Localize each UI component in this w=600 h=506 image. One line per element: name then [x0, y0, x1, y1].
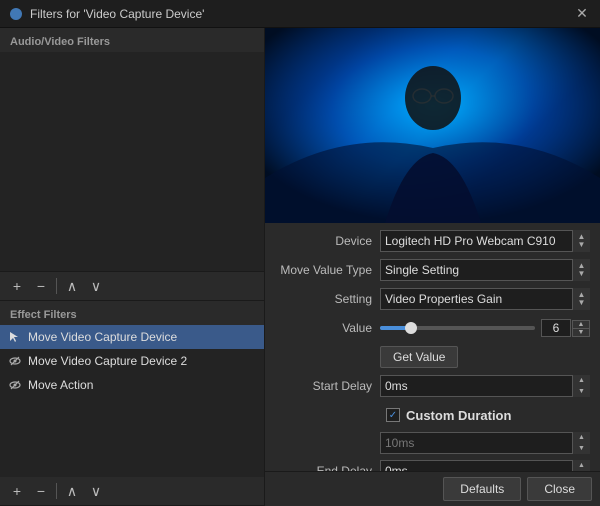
end-delay-row: End Delay ▲ ▼ — [275, 459, 590, 471]
end-delay-label: End Delay — [275, 464, 380, 471]
custom-duration-control: Custom Duration — [386, 408, 590, 423]
setting-row: Setting Video Properties Gain ▲▼ — [275, 287, 590, 311]
remove-effect-filter-button[interactable]: − — [30, 480, 52, 502]
custom-duration-checkbox[interactable] — [386, 408, 400, 422]
effect-filters-label: Effect Filters — [0, 301, 264, 325]
move-value-type-control: Single Setting ▲▼ — [380, 259, 590, 281]
start-delay-control: ▲ ▼ — [380, 375, 590, 397]
effect-filters-section: Effect Filters Move Video Capture Device — [0, 301, 264, 506]
value-up-button[interactable]: ▲ — [572, 320, 590, 329]
get-value-row: Get Value — [275, 345, 590, 369]
value-number: 6 — [541, 319, 571, 337]
effect-filter-list: Move Video Capture Device Move Video Cap… — [0, 325, 264, 477]
setting-label-text: Setting — [275, 292, 380, 306]
value-arrows: ▲ ▼ — [572, 320, 590, 337]
duration-input-row: ▲ ▼ — [275, 432, 590, 454]
move-value-type-wrapper: Single Setting ▲▼ — [380, 259, 590, 281]
defaults-button[interactable]: Defaults — [443, 477, 521, 501]
get-value-control: Get Value — [380, 346, 590, 368]
preview-image — [265, 28, 600, 223]
end-delay-control: ▲ ▼ — [380, 460, 590, 471]
duration-input-wrapper: ▲ ▼ — [380, 432, 590, 454]
value-control: 6 ▲ ▼ — [380, 319, 590, 337]
value-row: Value 6 ▲ ▼ — [275, 316, 590, 340]
bottom-toolbar: Defaults Close — [265, 471, 600, 506]
duration-arrows: ▲ ▼ — [572, 432, 590, 454]
filter-label-1: Move Video Capture Device 2 — [28, 354, 187, 368]
filter-label-2: Move Action — [28, 378, 93, 392]
setting-control: Video Properties Gain ▲▼ — [380, 288, 590, 310]
setting-combo-wrapper: Video Properties Gain ▲▼ — [380, 288, 590, 310]
left-panel: Audio/Video Filters + − ∧ ∨ Effect Filte… — [0, 28, 265, 506]
device-label: Device — [275, 234, 380, 248]
move-down-effect-button[interactable]: ∨ — [85, 480, 107, 502]
audio-video-list — [0, 52, 264, 272]
settings-area: Device Logitech HD Pro Webcam C910 ▲▼ Mo… — [265, 223, 600, 471]
custom-duration-row: Custom Duration — [275, 403, 590, 427]
eye-off-icon-1 — [8, 354, 22, 368]
device-row: Device Logitech HD Pro Webcam C910 ▲▼ — [275, 229, 590, 253]
value-label: Value — [275, 321, 380, 335]
filter-label-0: Move Video Capture Device — [28, 330, 177, 344]
end-delay-arrows: ▲ ▼ — [572, 460, 590, 471]
main-content: Audio/Video Filters + − ∧ ∨ Effect Filte… — [0, 28, 600, 506]
start-delay-input[interactable] — [380, 375, 590, 397]
effect-filters-toolbar: + − ∧ ∨ — [0, 477, 264, 506]
toolbar-separator — [56, 278, 57, 294]
move-value-type-select[interactable]: Single Setting — [380, 259, 590, 281]
duration-down-button[interactable]: ▼ — [573, 443, 590, 454]
move-value-type-row: Move Value Type Single Setting ▲▼ — [275, 258, 590, 282]
app-icon — [8, 6, 24, 22]
value-down-button[interactable]: ▼ — [572, 329, 590, 337]
start-delay-label: Start Delay — [275, 379, 380, 393]
add-effect-filter-button[interactable]: + — [6, 480, 28, 502]
end-delay-up-button[interactable]: ▲ — [573, 460, 590, 471]
filter-item-0[interactable]: Move Video Capture Device — [0, 325, 264, 349]
end-delay-input-wrapper: ▲ ▼ — [380, 460, 590, 471]
value-slider[interactable] — [380, 326, 535, 330]
start-delay-input-wrapper: ▲ ▼ — [380, 375, 590, 397]
start-delay-up-button[interactable]: ▲ — [573, 375, 590, 386]
device-control: Logitech HD Pro Webcam C910 ▲▼ — [380, 230, 590, 252]
audio-video-label: Audio/Video Filters — [0, 28, 264, 52]
audio-video-toolbar: + − ∧ ∨ — [0, 272, 264, 301]
close-button[interactable]: Close — [527, 477, 592, 501]
setting-select[interactable]: Video Properties Gain — [380, 288, 590, 310]
filter-item-1[interactable]: Move Video Capture Device 2 — [0, 349, 264, 373]
device-select[interactable]: Logitech HD Pro Webcam C910 — [380, 230, 590, 252]
close-icon[interactable]: ✕ — [572, 4, 592, 24]
start-delay-arrows: ▲ ▼ — [572, 375, 590, 397]
move-up-audio-button[interactable]: ∧ — [61, 275, 83, 297]
toolbar-separator-2 — [56, 483, 57, 499]
right-panel: Device Logitech HD Pro Webcam C910 ▲▼ Mo… — [265, 28, 600, 506]
duration-up-button[interactable]: ▲ — [573, 432, 590, 443]
add-audio-filter-button[interactable]: + — [6, 275, 28, 297]
title-bar: Filters for 'Video Capture Device' ✕ — [0, 0, 600, 28]
filter-item-2[interactable]: Move Action — [0, 373, 264, 397]
move-up-effect-button[interactable]: ∧ — [61, 480, 83, 502]
duration-input[interactable] — [380, 432, 590, 454]
remove-audio-filter-button[interactable]: − — [30, 275, 52, 297]
slider-thumb — [405, 322, 417, 334]
device-combo-wrapper: Logitech HD Pro Webcam C910 ▲▼ — [380, 230, 590, 252]
get-value-button[interactable]: Get Value — [380, 346, 458, 368]
window-title: Filters for 'Video Capture Device' — [30, 7, 572, 21]
end-delay-input[interactable] — [380, 460, 590, 471]
slider-container: 6 — [380, 319, 571, 337]
cursor-icon — [8, 330, 22, 344]
start-delay-down-button[interactable]: ▼ — [573, 386, 590, 397]
eye-off-icon-2 — [8, 378, 22, 392]
start-delay-row: Start Delay ▲ ▼ — [275, 374, 590, 398]
move-value-type-label: Move Value Type — [275, 263, 380, 277]
preview-area — [265, 28, 600, 223]
move-down-audio-button[interactable]: ∨ — [85, 275, 107, 297]
custom-duration-label: Custom Duration — [406, 408, 511, 423]
